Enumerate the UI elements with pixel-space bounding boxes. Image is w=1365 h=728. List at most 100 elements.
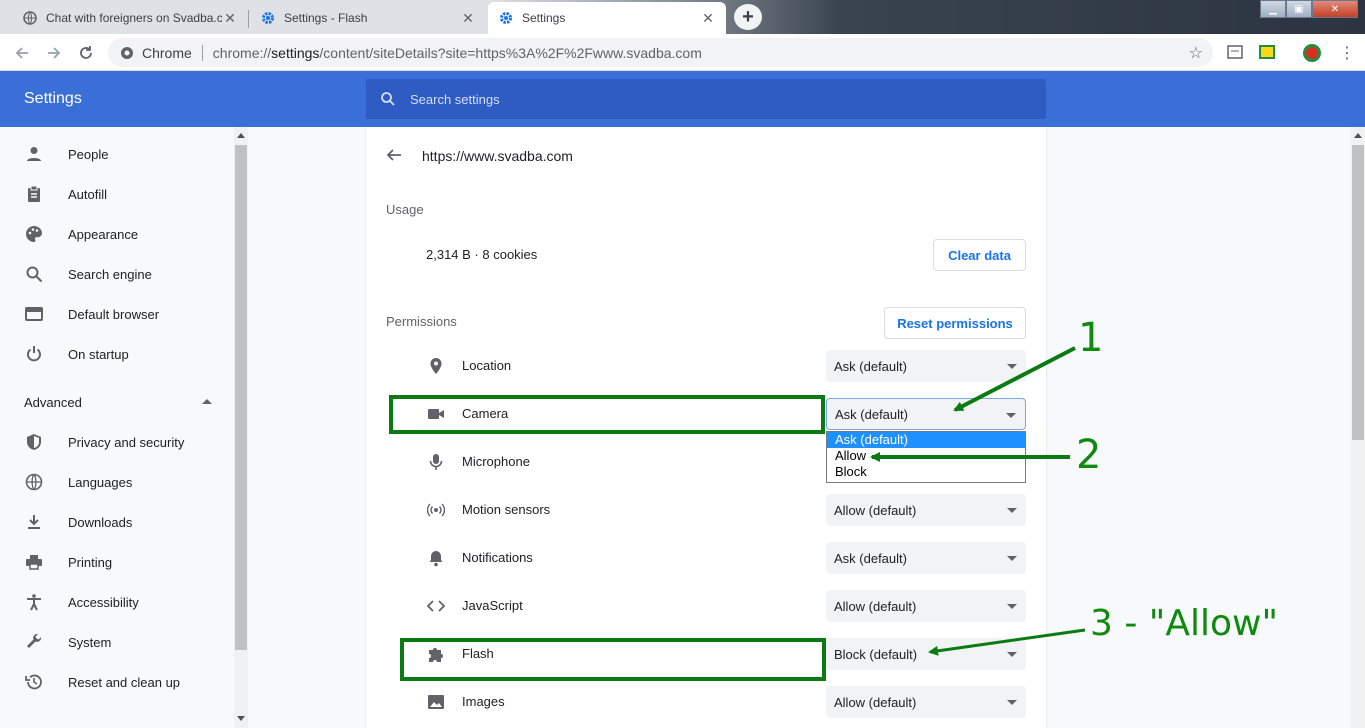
chevron-down-icon [1007, 700, 1017, 705]
annotation-step-2: 2 [1076, 432, 1102, 478]
sidebar-scrollbar[interactable] [234, 127, 248, 728]
tab-title: Settings [522, 11, 566, 25]
search-settings-input[interactable]: Search settings [366, 79, 1046, 119]
reset-permissions-button[interactable]: Reset permissions [884, 307, 1026, 339]
flash-highlight-box [400, 638, 826, 681]
sidebar-item-autofill[interactable]: Autofill [0, 174, 234, 214]
extension-icon[interactable] [1258, 43, 1276, 61]
sidebar-item-accessibility[interactable]: Accessibility [0, 582, 234, 622]
notifications-select[interactable]: Ask (default) [826, 542, 1026, 574]
settings-header: Settings Search settings [0, 71, 1365, 127]
close-icon[interactable]: ✕ [700, 10, 716, 27]
chevron-down-icon [1007, 604, 1017, 609]
dropdown-option-allow[interactable]: Allow [827, 448, 1025, 464]
caret-up-icon[interactable] [202, 399, 212, 404]
close-icon[interactable]: ✕ [222, 10, 238, 27]
forward-button[interactable] [42, 41, 66, 65]
tab-title: Settings - Flash [284, 11, 368, 25]
maximize-button[interactable]: ▣ [1286, 0, 1312, 18]
sidebar-item-privacy[interactable]: Privacy and security [0, 422, 234, 462]
tab-settings[interactable]: Settings ✕ [488, 2, 726, 34]
permission-row-location: Location Ask (default) [366, 342, 1046, 390]
permission-row-notifications: Notifications Ask (default) [366, 534, 1046, 582]
close-icon[interactable]: ✕ [460, 10, 476, 27]
permission-row-motion-sensors: Motion sensors Allow (default) [366, 486, 1046, 534]
arrow-left-icon [15, 47, 28, 59]
sidebar-item-on-startup[interactable]: On startup [0, 334, 234, 374]
sidebar-item-people[interactable]: People [0, 134, 234, 174]
globe-icon [22, 10, 38, 26]
location-select[interactable]: Ask (default) [826, 350, 1026, 382]
arrow-right-icon [48, 47, 61, 59]
minimize-button[interactable]: ▁ [1260, 0, 1286, 18]
chrome-icon [121, 46, 133, 59]
globe-icon [24, 472, 44, 492]
tab-title: Chat with foreigners on Svadba.c [46, 11, 222, 25]
clear-data-button[interactable]: Clear data [933, 239, 1026, 271]
camera-highlight-box [389, 395, 825, 434]
bell-icon [426, 548, 446, 568]
scrollbar-thumb[interactable] [235, 145, 247, 650]
address-bar[interactable]: Chrome chrome://settings/content/siteDet… [108, 38, 1213, 67]
restore-icon [24, 672, 44, 692]
microphone-icon [426, 452, 446, 472]
tab-svadba-chat[interactable]: Chat with foreigners on Svadba.c ✕ [12, 2, 249, 34]
window-controls: ▁ ▣ ✕ [1260, 0, 1358, 18]
location-pin-icon [426, 356, 446, 376]
sidebar-item-system[interactable]: System [0, 622, 234, 662]
dropdown-option-block[interactable]: Block [827, 464, 1025, 480]
tab-strip: Chat with foreigners on Svadba.c ✕ Setti… [0, 0, 1365, 34]
annotation-step-3: 3 - "Allow" [1090, 603, 1278, 644]
back-button[interactable] [10, 41, 34, 65]
browser-window-icon [24, 304, 44, 324]
accessibility-icon [24, 592, 44, 612]
search-icon [381, 92, 395, 106]
sidebar-advanced-toggle[interactable]: Advanced [24, 395, 82, 410]
motion-sensors-select[interactable]: Allow (default) [826, 494, 1026, 526]
sidebar-item-downloads[interactable]: Downloads [0, 502, 234, 542]
gear-icon [498, 10, 514, 26]
dropdown-option-ask[interactable]: Ask (default) [827, 432, 1025, 448]
motion-sensors-icon [426, 500, 446, 520]
sidebar-item-languages[interactable]: Languages [0, 462, 234, 502]
palette-icon [24, 224, 44, 244]
menu-icon[interactable]: ⋮ [1338, 43, 1356, 62]
new-tab-button[interactable]: + [734, 4, 762, 30]
search-icon [24, 264, 44, 284]
search-placeholder: Search settings [410, 91, 500, 107]
reload-icon [80, 46, 92, 59]
permissions-heading: Permissions [386, 314, 457, 329]
scrollbar-thumb[interactable] [1352, 145, 1364, 440]
close-window-button[interactable]: ✕ [1312, 0, 1358, 18]
download-icon [24, 512, 44, 532]
flash-select[interactable]: Block (default) [826, 638, 1026, 670]
usage-value: 2,314 B · 8 cookies [426, 247, 538, 262]
permission-row-javascript: JavaScript Allow (default) [366, 582, 1046, 630]
camera-select[interactable]: Ask (default) [826, 398, 1026, 430]
main-scrollbar[interactable] [1351, 127, 1365, 728]
javascript-select[interactable]: Allow (default) [826, 590, 1026, 622]
annotation-step-1: 1 [1078, 315, 1104, 361]
images-select[interactable]: Allow (default) [826, 686, 1026, 718]
reload-button[interactable] [74, 41, 98, 65]
page-title: Settings [24, 90, 82, 107]
tab-settings-flash[interactable]: Settings - Flash ✕ [250, 2, 486, 34]
sidebar-item-printing[interactable]: Printing [0, 542, 234, 582]
url-text: chrome://settings/content/siteDetails?si… [212, 44, 702, 61]
chevron-down-icon [1007, 556, 1017, 561]
sidebar-item-reset[interactable]: Reset and clean up [0, 662, 234, 702]
back-arrow-icon[interactable] [386, 147, 402, 163]
sidebar-item-appearance[interactable]: Appearance [0, 214, 234, 254]
person-icon [24, 144, 44, 164]
sidebar-item-search-engine[interactable]: Search engine [0, 254, 234, 294]
profile-avatar[interactable] [1302, 43, 1321, 62]
extension-icon[interactable] [1226, 43, 1244, 61]
usage-heading: Usage [386, 202, 424, 217]
sidebar-item-default-browser[interactable]: Default browser [0, 294, 234, 334]
site-title: https://www.svadba.com [422, 148, 573, 164]
chevron-down-icon [1007, 652, 1017, 657]
browser-toolbar: Chrome chrome://settings/content/siteDet… [0, 34, 1365, 71]
printer-icon [24, 552, 44, 572]
bookmark-star-icon[interactable]: ☆ [1189, 43, 1203, 63]
camera-dropdown-list: Ask (default) Allow Block [826, 431, 1026, 483]
